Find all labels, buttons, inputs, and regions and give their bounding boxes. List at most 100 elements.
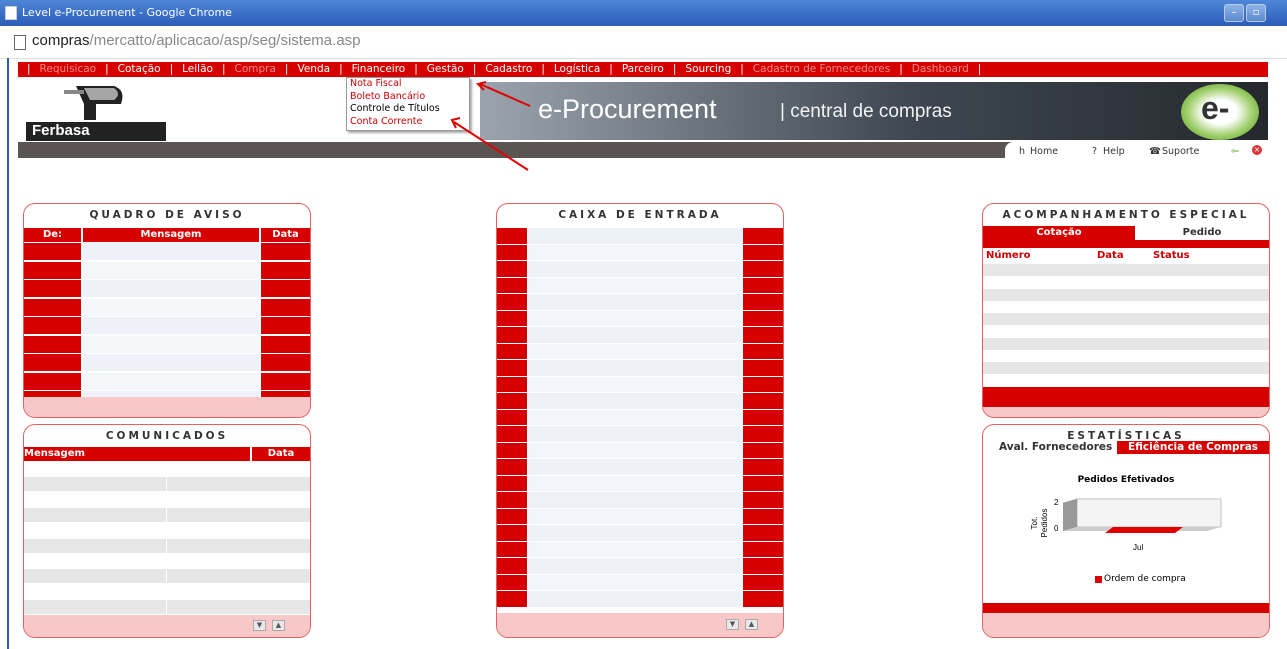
minimize-button[interactable]: – [1224,4,1244,22]
inbox-row-cell-left [497,591,527,607]
inbox-row-cell-message [528,492,742,508]
address-bar[interactable]: compras/mercatto/aplicacao/asp/seg/siste… [0,26,1287,59]
table-row [983,300,1269,313]
nav-item-cota-o[interactable]: Cotação [118,62,161,77]
nav-separator: | [169,63,174,75]
list-item-divider [166,492,167,507]
table-row [983,362,1269,375]
inbox-row-cell-left [497,360,527,376]
nav-item-cadastro[interactable]: Cadastro [485,62,532,77]
inbox-row-cell-right [743,393,783,409]
table-row-cell-message [83,335,259,353]
help-link[interactable]: Help [1103,146,1125,157]
nav-item-sourcing[interactable]: Sourcing [685,62,731,77]
inbox-row-cell-right [743,475,783,491]
table-row-cell-from [24,335,81,353]
url-path: /mercatto/aplicacao/asp/seg/sistema.asp [89,32,361,49]
list-item-divider [166,553,167,568]
nav-item-leil-o[interactable]: Leilão [182,62,213,77]
home-icon[interactable]: h [1019,146,1025,157]
nav-item-gest-o[interactable]: Gestão [427,62,464,77]
inbox-row-cell-left [497,475,527,491]
table-row-cell-date [261,243,310,260]
inbox-row-cell-left [497,459,527,475]
inbox-row-cell-left [497,574,527,590]
window-border [7,58,9,649]
panel-footer: ▼ ▲ [497,613,783,637]
inbox-row-cell-right [743,360,783,376]
nav-separator: | [740,63,744,75]
nav-item-dashboard[interactable]: Dashboard [912,62,969,77]
x-category-label: Jul [1133,543,1143,552]
list-item-divider [166,523,167,538]
window-title: Level e-Procurement - Google Chrome [22,6,232,19]
tab-underline [983,240,1269,248]
tab-cotacao[interactable]: Cotação [983,226,1135,240]
inbox-row-cell-right [743,310,783,326]
scroll-down-icon[interactable]: ▼ [253,620,266,631]
scroll-down-icon[interactable]: ▼ [726,619,739,630]
nav-item-venda[interactable]: Venda [297,62,330,77]
table-row [983,313,1269,326]
inbox-row-cell-right [743,261,783,277]
chart-ylabel-1: Tot. [1030,517,1039,530]
inbox-row-cell-message [528,310,742,326]
estatisticas-footer-bar [983,603,1269,613]
panel-footer [983,407,1269,417]
nav-separator: | [27,63,31,75]
scroll-up-icon[interactable]: ▲ [272,620,285,631]
inbox-row-cell-left [497,244,527,260]
tab-pedido[interactable]: Pedido [1135,226,1269,240]
chart-back-wall [1076,498,1222,528]
nav-separator: | [221,63,226,75]
tab-aval-fornecedores[interactable]: Aval. Fornecedores [999,441,1112,453]
table-row-cell-message [83,298,259,316]
nav-separator: | [472,63,477,75]
e-logo-text: e- [1201,90,1230,126]
nav-separator: | [339,63,343,75]
nav-item-cadastro-de-fornecedores[interactable]: Cadastro de Fornecedores [753,62,890,77]
inbox-row-cell-left [497,442,527,458]
nav-item-parceiro[interactable]: Parceiro [622,62,664,77]
nav-item-financeiro[interactable]: Financeiro [352,62,406,77]
table-row-cell-date [261,354,310,371]
table-row [983,337,1269,350]
inbox-row-cell-message [528,558,742,574]
panel-title: QUADRO DE AVISO [89,209,245,221]
exit-icon[interactable]: ⇦ [1231,146,1239,157]
table-row-cell-from [24,372,81,390]
nav-item-compra[interactable]: Compra [235,62,276,77]
logo-text: Ferbasa [32,122,90,139]
inbox-row-cell-left [497,558,527,574]
panel-footer [24,397,310,417]
nav-item-requisicao[interactable]: Requisicao [40,62,97,77]
nav-item-log-stica[interactable]: Logística [554,62,600,77]
window-titlebar: Level e-Procurement - Google Chrome – ▫ [0,0,1287,26]
banner-subtitle: | central de compras [780,101,952,122]
inbox-row-cell-message [528,343,742,359]
main-nav: | Requisicao | Cotação | Leilão | Compra | Venda |… [18,62,1268,77]
list-item [24,462,310,477]
list-item-divider [166,569,167,584]
estatisticas-panel: ESTATÍSTICAS Aval. Fornecedores Eficiênc… [982,424,1270,638]
col-header-status: Status [1153,250,1190,261]
maximize-button[interactable]: ▫ [1246,4,1266,22]
inbox-row-cell-right [743,409,783,425]
inbox-row-cell-right [743,492,783,508]
inbox-row-cell-left [497,541,527,557]
help-icon[interactable]: ? [1092,146,1097,157]
phone-icon[interactable]: ☎ [1149,146,1161,157]
toolbar: h Home ? Help ☎ Suporte ⇦ × [1005,142,1268,162]
close-icon[interactable]: × [1252,145,1262,155]
support-link[interactable]: Suporte [1162,146,1199,157]
e-logo: e- [1181,84,1259,140]
panel-footer [983,613,1269,637]
inbox-row-cell-message [528,393,742,409]
tab-eficiencia-compras[interactable]: Eficiência de Compras [1117,441,1269,454]
url-text[interactable]: compras/mercatto/aplicacao/asp/seg/siste… [32,32,361,49]
inbox-row-cell-left [497,393,527,409]
table-row-cell-from [24,298,81,316]
home-link[interactable]: Home [1030,146,1058,157]
list-item [24,599,310,615]
scroll-up-icon[interactable]: ▲ [745,619,758,630]
